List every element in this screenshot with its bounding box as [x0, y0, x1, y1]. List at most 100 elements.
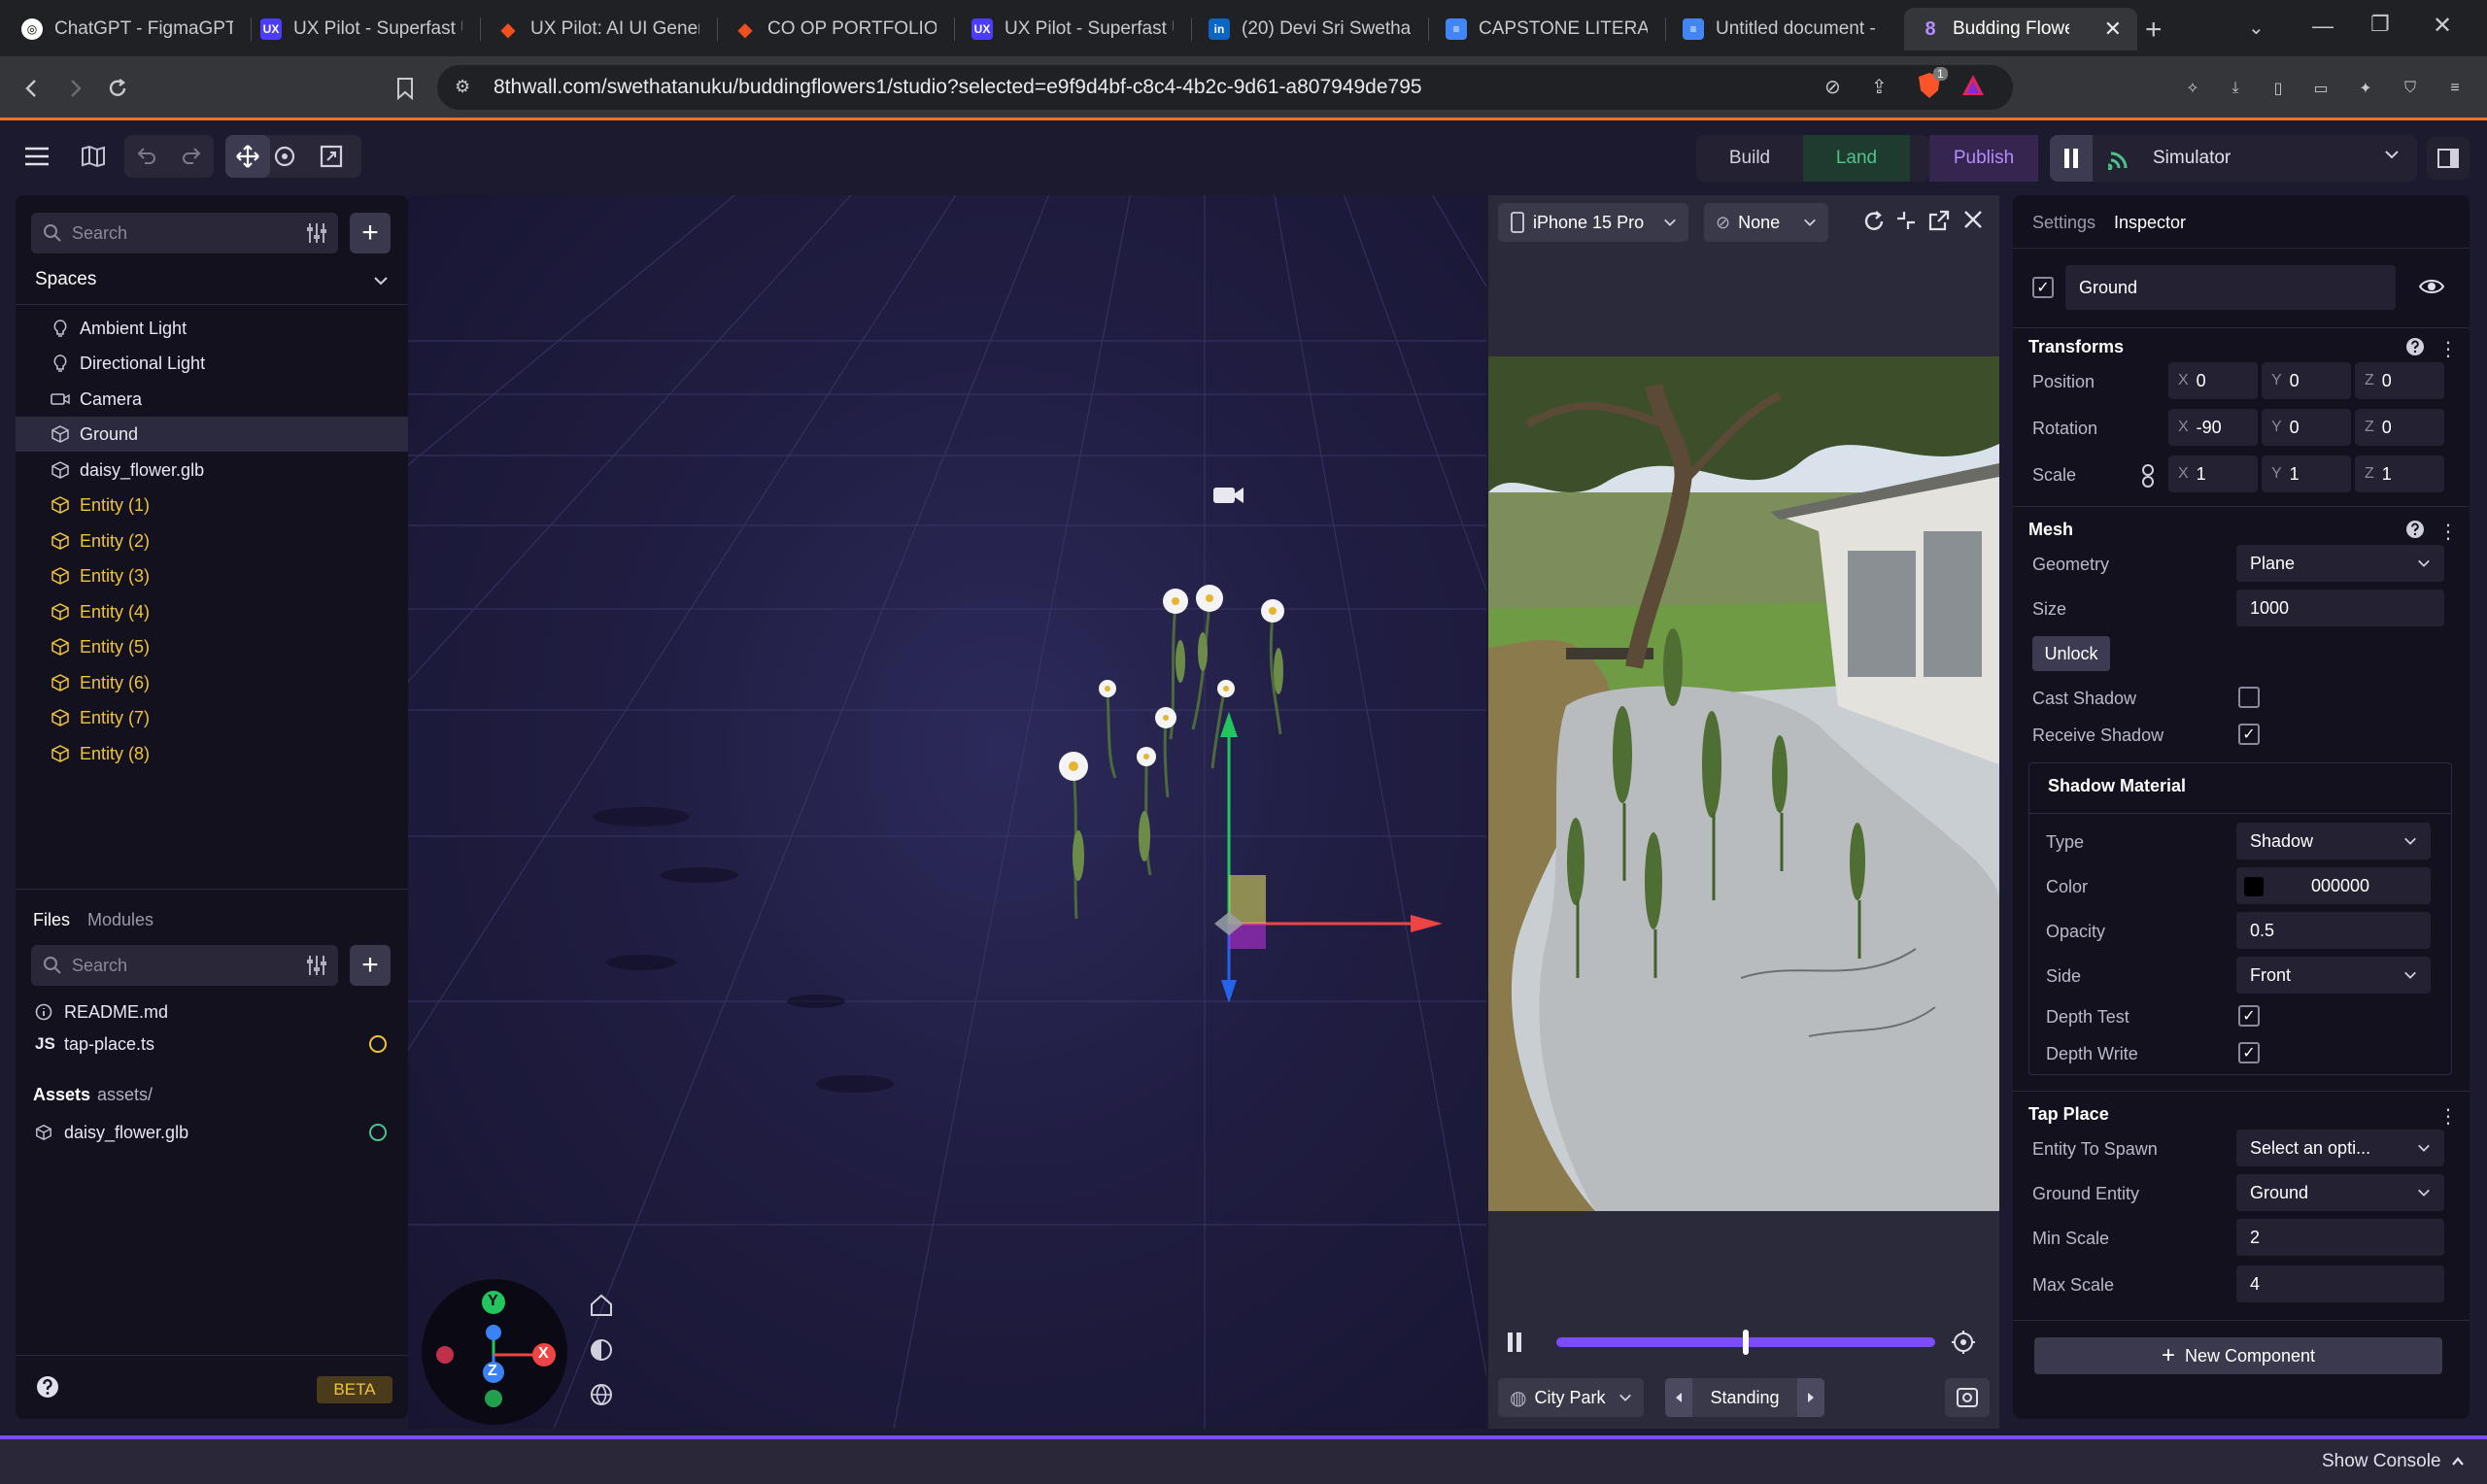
leo-ai-icon[interactable]: ✦ — [2351, 74, 2380, 103]
depth-test-checkbox[interactable]: ✓ — [2238, 1005, 2260, 1027]
screenshot-button[interactable] — [1945, 1378, 1990, 1417]
close-tab-icon[interactable]: ✕ — [2104, 17, 2122, 42]
max-scale-input[interactable]: 4 — [2236, 1265, 2444, 1302]
sidebar-toggle-icon[interactable]: ▯ — [2264, 74, 2293, 103]
tree-item-ambient-light[interactable]: Ambient Light — [16, 311, 408, 346]
add-file-button[interactable]: + — [350, 945, 391, 986]
recenter-icon[interactable] — [1951, 1330, 1976, 1355]
tab-modules[interactable]: Modules — [87, 910, 153, 930]
build-button[interactable]: Build — [1696, 135, 1803, 182]
show-console-button[interactable]: Show Console — [2322, 1451, 2465, 1472]
more-options-icon[interactable]: ⋮ — [2438, 337, 2458, 361]
rotate-tool-icon[interactable] — [272, 144, 297, 169]
tree-item-entity[interactable]: Entity (3) — [16, 558, 408, 593]
restart-icon[interactable] — [1861, 209, 1887, 234]
vpn-icon[interactable]: ⛉ — [2396, 74, 2425, 103]
camera-marker-icon[interactable] — [1212, 485, 1245, 506]
forward-icon[interactable] — [60, 74, 89, 103]
move-tool-icon[interactable] — [225, 135, 270, 178]
browser-tab[interactable]: in (20) Devi Sri Swetha T — [1193, 8, 1426, 51]
map-icon[interactable] — [72, 135, 115, 178]
rotation-y-input[interactable]: Y0 — [2262, 409, 2351, 446]
file-item-tap-place[interactable]: JS tap-place.ts — [16, 1028, 408, 1061]
land-button[interactable]: Land — [1803, 135, 1910, 182]
playback-scrubber[interactable] — [1556, 1330, 1935, 1355]
filter-sliders-icon[interactable] — [305, 221, 328, 245]
size-input[interactable]: 1000 — [2236, 590, 2444, 626]
scale-z-input[interactable]: Z1 — [2355, 455, 2444, 492]
tree-item-ground[interactable]: Ground — [16, 417, 408, 452]
tree-item-entity[interactable]: Entity (4) — [16, 594, 408, 629]
minimize-view-icon[interactable] — [1894, 209, 1918, 232]
bookmark-icon[interactable] — [391, 74, 420, 103]
hierarchy-search-input[interactable]: Search — [31, 213, 338, 253]
type-select[interactable]: Shadow — [2236, 823, 2431, 860]
device-dropdown[interactable]: iPhone 15 Pro — [1498, 203, 1688, 242]
browser-tab[interactable]: UX UX Pilot - Superfast U — [956, 8, 1189, 51]
toggle-panel-icon[interactable] — [2427, 137, 2470, 180]
cast-shadow-checkbox[interactable] — [2238, 687, 2260, 708]
menu-icon[interactable]: ≡ — [2440, 74, 2470, 103]
filter-sliders-icon[interactable] — [305, 954, 328, 977]
file-item-readme[interactable]: README.md — [16, 995, 408, 1029]
browser-tab-active[interactable]: 8 Budding Flowers ✕ — [1904, 8, 2137, 51]
browser-tab[interactable]: ≡ Untitled document - — [1667, 8, 1900, 51]
visibility-eye-icon[interactable] — [2419, 277, 2444, 296]
download-icon[interactable]: ⤓ — [2221, 74, 2250, 103]
location-dropdown[interactable]: ◍ City Park — [1498, 1378, 1644, 1417]
add-entity-button[interactable]: + — [350, 213, 391, 253]
tab-settings[interactable]: Settings — [2032, 213, 2095, 233]
browser-tab[interactable]: ≡ CAPSTONE LITERATU — [1430, 8, 1663, 51]
url-field[interactable]: ⚙ 8thwall.com/swethatanuku/buddingflower… — [437, 65, 2013, 110]
brave-shields-icon[interactable]: 1 — [1916, 67, 1948, 100]
publish-button[interactable]: Publish — [1929, 135, 2038, 182]
reload-icon[interactable] — [103, 74, 132, 103]
more-options-icon[interactable]: ⋮ — [2438, 1104, 2458, 1129]
browser-tab[interactable]: UX UX Pilot - Superfast U — [245, 8, 478, 51]
site-settings-icon[interactable]: ⚙ — [455, 77, 470, 97]
tree-item-daisy-flower[interactable]: daisy_flower.glb — [16, 453, 408, 488]
globe-icon[interactable] — [589, 1382, 614, 1407]
rotation-z-input[interactable]: Z0 — [2355, 409, 2444, 446]
help-icon[interactable] — [2405, 520, 2425, 539]
tree-item-camera[interactable]: Camera — [16, 382, 408, 417]
scale-y-input[interactable]: Y1 — [2262, 455, 2351, 492]
color-swatch[interactable] — [2244, 877, 2264, 896]
close-simulator-icon[interactable] — [1962, 209, 1984, 230]
min-scale-input[interactable]: 2 — [2236, 1219, 2444, 1256]
tree-item-entity[interactable]: Entity (7) — [16, 700, 408, 735]
overlay-dropdown[interactable]: ⊘ None — [1704, 203, 1828, 242]
back-icon[interactable] — [17, 74, 47, 103]
extensions-icon[interactable]: ✧ — [2178, 74, 2207, 103]
scale-tool-icon[interactable] — [319, 144, 344, 169]
scene-viewport[interactable]: Y X Z — [408, 195, 1486, 1429]
tab-search-icon[interactable]: ⌄ — [2248, 16, 2265, 40]
tree-item-entity[interactable]: Entity (8) — [16, 736, 408, 771]
receive-shadow-checkbox[interactable]: ✓ — [2238, 724, 2260, 745]
entity-name-input[interactable]: Ground — [2065, 265, 2396, 310]
files-search-input[interactable]: Search — [31, 945, 338, 986]
pop-out-icon[interactable] — [1927, 209, 1951, 232]
shading-mode-icon[interactable] — [589, 1337, 614, 1363]
browser-tab[interactable]: ◆ UX Pilot: AI UI Genera — [482, 8, 715, 51]
help-icon[interactable] — [2405, 337, 2425, 356]
rotation-x-input[interactable]: X -90 — [2168, 409, 2258, 446]
redo-icon[interactable] — [181, 145, 202, 166]
simulator-dropdown[interactable]: Simulator — [2093, 135, 2417, 182]
position-x-input[interactable]: X0 — [2168, 362, 2258, 399]
position-y-input[interactable]: Y0 — [2262, 362, 2351, 399]
ground-entity-select[interactable]: Ground — [2236, 1174, 2444, 1211]
asset-item-daisy-flower[interactable]: daisy_flower.glb — [16, 1116, 408, 1149]
tab-files[interactable]: Files — [33, 910, 70, 930]
color-input[interactable]: 000000 — [2236, 867, 2431, 904]
next-pose-icon[interactable] — [1797, 1378, 1824, 1417]
geometry-select[interactable]: Plane — [2236, 545, 2444, 582]
move-gizmo[interactable] — [1166, 700, 1457, 1011]
scale-x-input[interactable]: X1 — [2168, 455, 2258, 492]
simulator-camera-feed[interactable] — [1488, 356, 1999, 1211]
position-z-input[interactable]: Z0 — [2355, 362, 2444, 399]
scrubber-handle[interactable] — [1743, 1330, 1749, 1355]
tree-item-entity[interactable]: Entity (1) — [16, 488, 408, 523]
minimize-icon[interactable]: — — [2312, 14, 2334, 39]
unlock-button[interactable]: Unlock — [2032, 636, 2110, 671]
